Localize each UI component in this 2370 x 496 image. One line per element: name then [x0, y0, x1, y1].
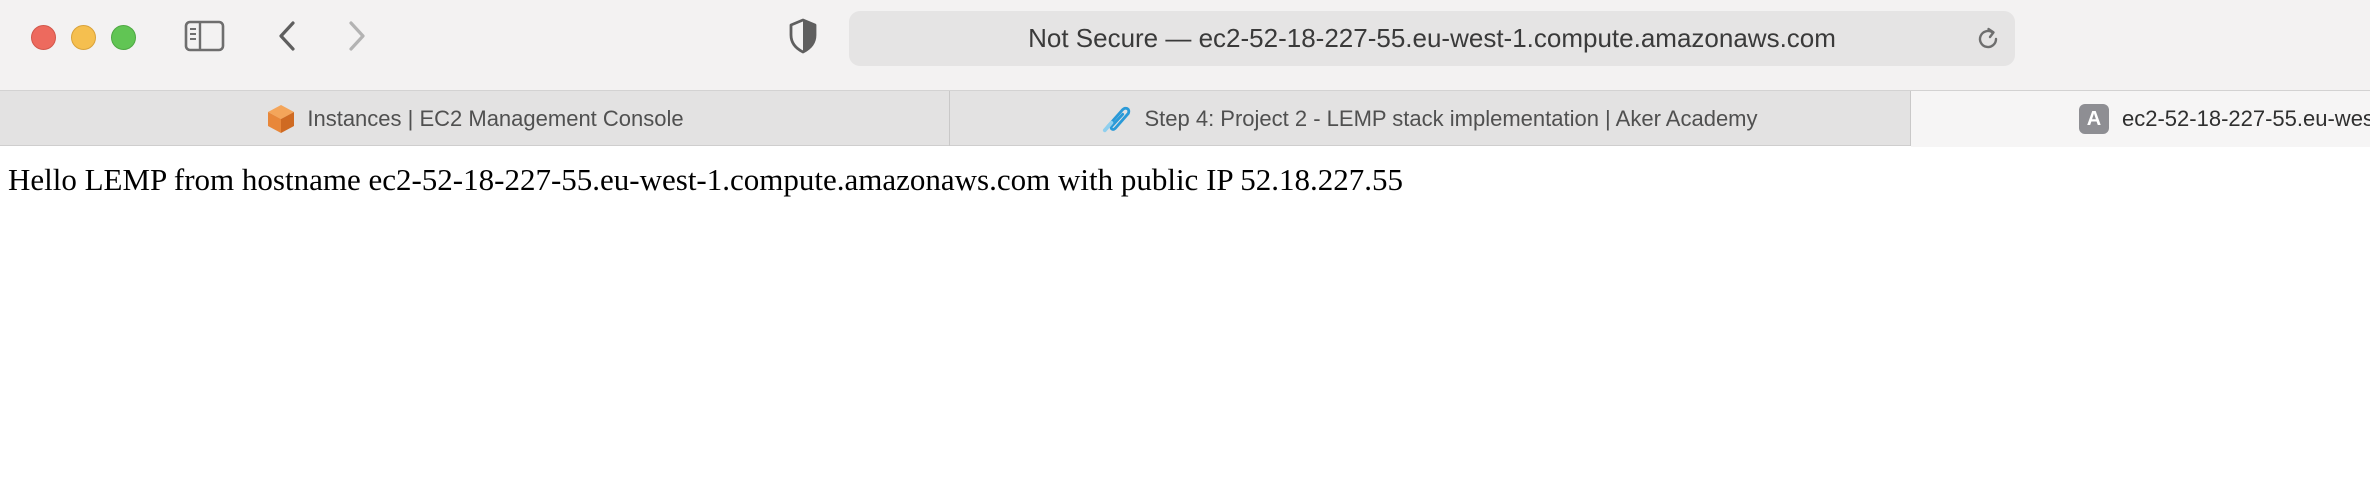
tab-aker-academy[interactable]: Step 4: Project 2 - LEMP stack implement…	[950, 91, 1911, 146]
reload-icon[interactable]	[1973, 24, 2003, 54]
browser-toolbar: Not Secure — ec2-52-18-227-55.eu-west-1.…	[0, 0, 2370, 90]
maximize-window-button[interactable]	[111, 25, 136, 50]
close-window-button[interactable]	[31, 25, 56, 50]
paperclip-icon	[1102, 103, 1134, 135]
tab-bar: Instances | EC2 Management Console Step …	[0, 90, 2370, 147]
browser-window: Not Secure — ec2-52-18-227-55.eu-west-1.…	[0, 0, 2370, 496]
letter-a-icon: A	[2079, 104, 2109, 134]
tab-label: ec2-52-18-227-55.eu-west-1.compute.amazo…	[2122, 106, 2370, 131]
tab-label: Step 4: Project 2 - LEMP stack implement…	[1144, 105, 1758, 131]
tab-label: Instances | EC2 Management Console	[307, 105, 684, 131]
aws-box-icon	[265, 103, 297, 135]
tab-ec2-console[interactable]: Instances | EC2 Management Console	[0, 91, 950, 146]
address-bar[interactable]: Not Secure — ec2-52-18-227-55.eu-west-1.…	[849, 11, 2015, 66]
page-body-text: Hello LEMP from hostname ec2-52-18-227-5…	[8, 162, 1403, 197]
sidebar-icon[interactable]	[184, 18, 226, 54]
address-text: Not Secure — ec2-52-18-227-55.eu-west-1.…	[1028, 23, 1836, 53]
shield-icon[interactable]	[786, 17, 820, 55]
chevron-right-icon[interactable]	[340, 18, 374, 54]
chevron-left-icon[interactable]	[270, 18, 304, 54]
page-content: Hello LEMP from hostname ec2-52-18-227-5…	[0, 147, 2370, 496]
tab-active-ec2-host[interactable]: A ec2-52-18-227-55.eu-west-1.compute.ama…	[1911, 91, 2370, 147]
minimize-window-button[interactable]	[71, 25, 96, 50]
